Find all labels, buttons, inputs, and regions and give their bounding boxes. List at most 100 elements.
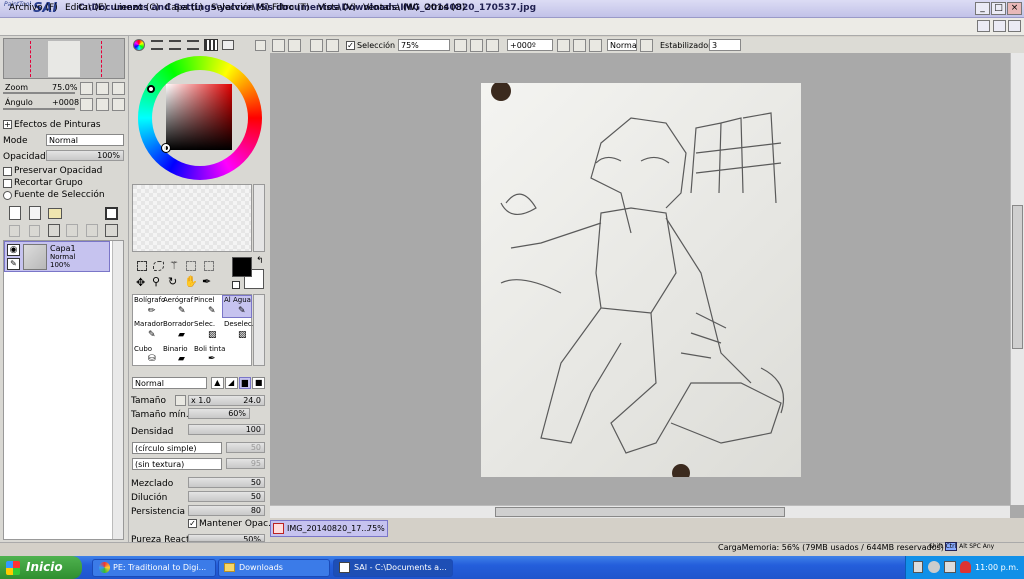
swatch-scrollbar[interactable] xyxy=(253,184,265,252)
taskbar-item-firefox[interactable]: PE: Traditional to Digi... xyxy=(92,559,216,577)
tray-clock[interactable]: 11:00 p.m. xyxy=(975,563,1019,572)
menu-seleccion[interactable]: Selección (S) xyxy=(211,3,270,13)
lasso-tool-icon[interactable] xyxy=(153,261,164,271)
undo-button[interactable] xyxy=(272,39,285,52)
layer-lock-pen-icon[interactable]: ✎ xyxy=(7,258,20,270)
maximize-button[interactable]: □ xyxy=(991,2,1006,15)
tool-al-agua[interactable]: Al Agua xyxy=(224,296,251,304)
stabilizer-select[interactable]: 3 xyxy=(709,39,741,51)
color-wheel-tab-icon[interactable] xyxy=(133,39,145,51)
layer-row-capa1[interactable]: ◉ ✎ Capa1 Normal 100% xyxy=(4,241,110,272)
min-size-slider[interactable]: 60% xyxy=(188,408,250,419)
marquee-tool-icon[interactable] xyxy=(137,261,147,271)
magic-wand-tool-icon[interactable]: ⚚ xyxy=(169,259,179,272)
nav-zoom-in-button[interactable] xyxy=(96,82,109,95)
view-blend-select[interactable]: Normal xyxy=(607,39,637,51)
rotate-reset-button[interactable] xyxy=(589,39,602,52)
menu-capa[interactable]: Capa (L) xyxy=(165,3,203,13)
doc-restore-button[interactable] xyxy=(993,20,1006,32)
size-mult-button[interactable] xyxy=(175,395,186,406)
redo-button[interactable] xyxy=(288,39,301,52)
brush-shape-slider[interactable]: 50 xyxy=(226,442,265,453)
nav-rotate-left-button[interactable] xyxy=(80,98,93,111)
layer-list-scrollbar[interactable] xyxy=(112,241,123,539)
swatch-area[interactable] xyxy=(132,184,252,252)
angle-slider[interactable] xyxy=(3,108,75,110)
tool-binario[interactable]: Binario xyxy=(163,345,188,353)
preserve-opacity-checkbox[interactable] xyxy=(3,167,12,176)
layer-opacity-slider[interactable]: 100% xyxy=(46,150,124,161)
selection-checkbox[interactable]: ✓ xyxy=(346,41,355,50)
nav-zoom-reset-button[interactable] xyxy=(112,82,125,95)
deselect-button[interactable] xyxy=(310,39,323,52)
rgb-slider-tab-icon[interactable] xyxy=(151,40,163,50)
selection-source-radio[interactable] xyxy=(3,191,12,200)
size-slider[interactable]: x 1.0 24.0 xyxy=(188,395,265,406)
saturation-value-square[interactable] xyxy=(166,84,232,150)
rotate-right-button[interactable] xyxy=(573,39,586,52)
swap-colors-icon[interactable]: ↰ xyxy=(256,256,264,266)
canvas-vertical-scrollbar[interactable] xyxy=(1010,53,1024,505)
tool-grid-scrollbar[interactable] xyxy=(253,294,265,366)
tool-marador[interactable]: Marador xyxy=(134,320,163,328)
swatches-tab-icon[interactable] xyxy=(204,39,218,51)
clip-group-checkbox[interactable] xyxy=(3,179,12,188)
blending-slider[interactable]: 50 xyxy=(188,477,265,488)
doc-minimize-button[interactable] xyxy=(977,20,990,32)
flatten-icon[interactable] xyxy=(86,224,98,237)
brush-texture-select[interactable]: (sin textura) xyxy=(132,458,222,470)
keep-opacity-checkbox[interactable]: ✓ xyxy=(188,519,197,528)
tool-selec[interactable]: Selec. xyxy=(194,320,215,328)
canvas-horizontal-scrollbar[interactable] xyxy=(270,505,1010,518)
dilution-slider[interactable]: 50 xyxy=(188,491,265,502)
reset-colors-icon[interactable] xyxy=(232,281,240,289)
new-layer-icon[interactable] xyxy=(9,206,21,220)
tool-pincel[interactable]: Pincel xyxy=(194,296,215,304)
menu-ventana[interactable]: Ventana (W) xyxy=(363,3,419,13)
zoom-reset-button[interactable] xyxy=(486,39,499,52)
tray-update-icon[interactable] xyxy=(928,561,940,573)
clear-layer-icon[interactable] xyxy=(48,224,60,237)
scratchpad-tab-icon[interactable] xyxy=(222,40,234,50)
hue-handle[interactable] xyxy=(147,85,155,93)
zoom-tool-icon[interactable]: ⚲ xyxy=(152,275,160,288)
doc-close-button[interactable] xyxy=(1008,20,1021,32)
tool-boli-tinta[interactable]: Boli tinta xyxy=(194,345,225,353)
zoom-out-button[interactable] xyxy=(454,39,467,52)
zoom-in-button[interactable] xyxy=(470,39,483,52)
effects-expand-icon[interactable]: + xyxy=(3,120,12,129)
zoom-select[interactable]: 75% xyxy=(398,39,450,51)
menu-filtro[interactable]: Filtro (T) xyxy=(272,3,309,13)
navigator-preview[interactable] xyxy=(3,38,125,79)
menu-editar[interactable]: Editar (E) xyxy=(65,3,107,13)
horizontal-scroll-thumb[interactable] xyxy=(495,507,785,517)
persistence-slider[interactable]: 80 xyxy=(188,505,265,516)
merge-down-icon[interactable] xyxy=(29,225,40,237)
tool-aerografo[interactable]: Aerógraf xyxy=(163,296,193,304)
move-tool-icon[interactable]: ✥ xyxy=(136,276,145,289)
invert-selection-button[interactable] xyxy=(326,39,339,52)
close-button[interactable]: × xyxy=(1007,2,1022,15)
tray-volume-icon[interactable] xyxy=(944,561,956,573)
color-picker-handle[interactable] xyxy=(161,143,171,153)
hsv-slider-tab-icon[interactable] xyxy=(169,40,181,50)
new-linework-layer-icon[interactable] xyxy=(29,206,41,220)
nav-rotate-right-button[interactable] xyxy=(96,98,109,111)
menu-lienzo[interactable]: Lienzo (C) xyxy=(114,3,159,13)
tool-deselec[interactable]: Deselec. xyxy=(224,320,254,328)
brush-edge-presets[interactable]: ▲ ◢ ▆ ■ xyxy=(211,377,265,389)
nav-rotate-reset-button[interactable] xyxy=(112,98,125,111)
hand-tool-icon[interactable]: ✋ xyxy=(184,275,198,288)
minimize-button[interactable]: _ xyxy=(975,2,990,15)
menu-archivo[interactable]: Archivo (F) xyxy=(9,3,58,13)
nav-zoom-out-button[interactable] xyxy=(80,82,93,95)
new-folder-icon[interactable] xyxy=(48,208,62,219)
color-panel-menu-button[interactable] xyxy=(255,40,266,51)
rotate-left-button[interactable] xyxy=(557,39,570,52)
taskbar-item-sai[interactable]: SAI - C:\Documents a... xyxy=(333,559,453,577)
delete-layer-icon[interactable] xyxy=(105,224,118,237)
tool-cubo[interactable]: Cubo xyxy=(134,345,152,353)
brush-shape-select[interactable]: (círculo simple) xyxy=(132,442,222,454)
tool-borrador[interactable]: Borrador xyxy=(163,320,194,328)
menu-vista[interactable]: Vista (V) xyxy=(318,3,356,13)
